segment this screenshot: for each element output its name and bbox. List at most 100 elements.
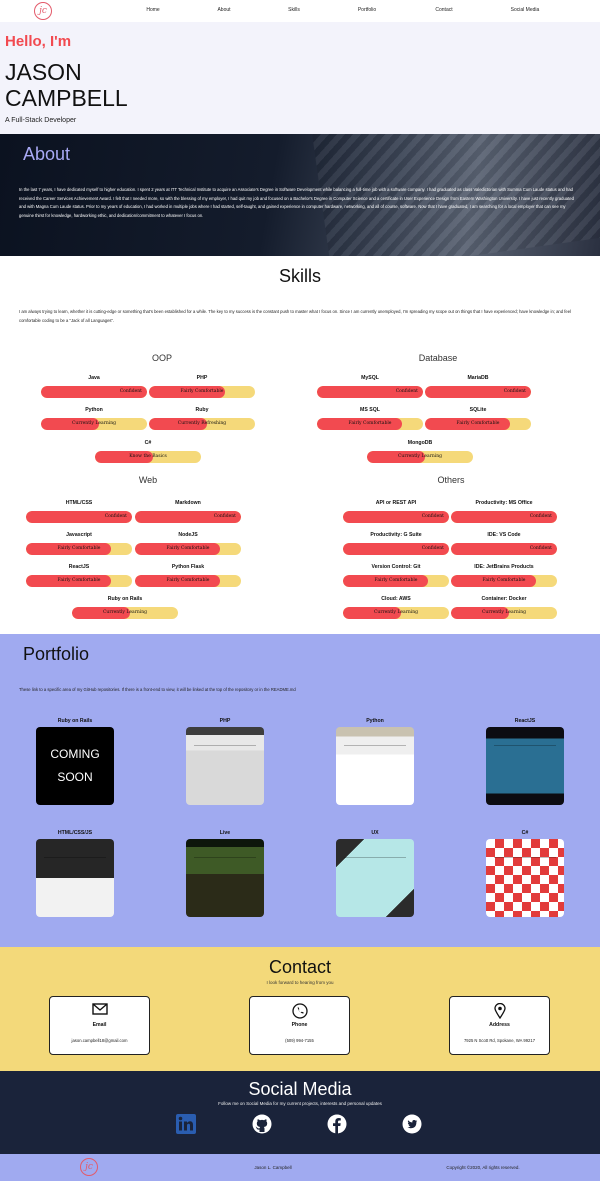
skill-name: API or REST API [375,500,417,506]
skill-progress-bar: Fairly Comfortable [26,575,132,587]
footer-copyright: Copyright ©2020, All rights reserved. [446,1165,520,1170]
address-value[interactable]: 7925 N Scott Rd, Spokane, WA 99217 [450,1038,549,1043]
phone-card[interactable]: Phone (509) 994-7155 [249,996,350,1055]
skill-level-text: Currently Learning [373,610,419,615]
skill-progress-bar: Fairly Comfortable [317,418,423,430]
facebook-icon[interactable] [327,1114,347,1134]
skill-name: NodeJS [178,532,198,538]
skill-level-text: Fairly Comfortable [482,578,526,583]
skill-progress-bar: Confident [41,386,147,398]
linkedin-icon[interactable] [176,1114,196,1134]
nav-contact[interactable]: Contact [435,7,452,13]
skill-level-text: Confident [213,514,236,519]
skill-level-text: Currently Learning [71,421,117,426]
skill-name: Productivity: G Suite [370,532,422,538]
twitter-icon[interactable] [402,1114,422,1134]
portfolio-tile-label: PHP [219,718,231,724]
envelope-icon [91,1003,108,1015]
email-label: Email [92,1022,107,1028]
skill-name: SQLite [469,407,487,413]
portfolio-tile[interactable] [186,727,264,805]
phone-label: Phone [291,1022,308,1028]
address-label: Address [489,1022,510,1028]
skill-progress-bar: Currently Learning [367,451,473,463]
skill-level-text: Fairly Comfortable [57,578,101,583]
hero-name: JASON CAMPBELL [5,59,128,111]
email-value[interactable]: jason.campbell18@gmail.com [50,1038,149,1043]
social-title: Social Media [248,1079,352,1099]
portfolio-section: Portfolio These link to a specific area … [0,634,600,947]
skill-progress-bar: Currently Learning [451,607,557,619]
email-card[interactable]: Email jason.campbell18@gmail.com [49,996,150,1055]
project-screenshot [494,857,556,858]
skill-level-text: Fairly Comfortable [374,578,418,583]
skill-level-text: Fairly Comfortable [180,389,224,394]
skill-name: Ruby on Rails [107,596,143,602]
footer-name: Jason L. Campbell [254,1165,292,1170]
site-logo[interactable]: jc [34,2,52,20]
skill-name: Markdown [175,500,201,506]
nav-portfolio[interactable]: Portfolio [358,7,376,13]
portfolio-tile[interactable]: COMING SOON [36,727,114,805]
portfolio-tile[interactable] [186,839,264,917]
portfolio-tile[interactable] [486,727,564,805]
github-icon[interactable] [252,1114,272,1134]
skill-level-text: Fairly Comfortable [456,421,500,426]
skill-name: Java [88,375,100,381]
skill-progress-bar: Fairly Comfortable [149,386,255,398]
portfolio-title: Portfolio [23,644,90,664]
skill-progress-bar: Fairly Comfortable [343,575,449,587]
nav-skills[interactable]: Skills [288,7,300,13]
skills-intro: I am always trying to learn, whether it … [19,309,572,323]
skill-category-title: Web [138,475,158,485]
portfolio-tile[interactable] [336,839,414,917]
skill-level-text: Know the Basics [129,454,167,459]
skill-name: Productivity: MS Office [475,500,533,506]
portfolio-tile[interactable] [36,839,114,917]
skill-name: Python Flask [171,564,205,570]
skill-name: Javascript [66,532,92,538]
skill-name: MariaDB [467,375,489,381]
portfolio-tile-label: Python [366,718,384,724]
skill-progress-bar: Confident [343,511,449,523]
skill-progress-bar: Currently Learning [72,607,178,619]
footer-logo[interactable]: jc [80,1158,98,1176]
skill-progress-bar: Confident [451,511,557,523]
nav-social-media[interactable]: Social Media [511,7,540,13]
portfolio-tile[interactable] [336,727,414,805]
skill-progress-bar: Fairly Comfortable [425,418,531,430]
contact-title: Contact [268,957,332,977]
skill-name: Python [85,407,103,413]
phone-value[interactable]: (509) 994-7155 [250,1038,349,1043]
about-title: About [23,144,71,164]
skill-name: Ruby [195,407,209,413]
skill-level-text: Confident [529,514,552,519]
skill-level-text: Currently Learning [481,610,527,615]
skill-level-text: Confident [421,514,444,519]
about-text: In the last 7 years, I have dedicated my… [19,187,574,218]
coming-soon-text: COMING SOON [50,747,100,784]
nav-about[interactable]: About [217,7,230,13]
contact-subtitle: I look forward to hearing from you [266,980,334,985]
portfolio-tile-label: ReactJS [514,718,536,724]
skill-progress-bar: Fairly Comfortable [451,575,557,587]
skill-name: C# [144,440,152,446]
skill-progress-bar: Confident [451,543,557,555]
skill-progress-bar: Currently Learning [343,607,449,619]
footer: jc Jason L. Campbell Copyright ©2020, Al… [0,1154,600,1181]
skill-category-title: Database [418,353,458,363]
skill-name: PHP [196,375,208,381]
address-card[interactable]: Address 7925 N Scott Rd, Spokane, WA 992… [449,996,550,1055]
about-section: About In the last 7 years, I have dedica… [0,134,600,256]
skill-level-text: Fairly Comfortable [166,546,210,551]
skills-title: Skills [278,266,321,286]
skill-progress-bar: Confident [317,386,423,398]
skill-name: Version Control: Git [371,564,421,570]
skills-section: Skills I am always trying to learn, whet… [0,256,600,634]
skill-progress-bar: Fairly Comfortable [26,543,132,555]
portfolio-tile[interactable] [486,839,564,917]
project-screenshot [344,857,406,858]
nav-home[interactable]: Home [146,7,159,13]
project-screenshot [44,857,106,858]
social-subtitle: Follow me on Social Media for my current… [218,1101,382,1106]
